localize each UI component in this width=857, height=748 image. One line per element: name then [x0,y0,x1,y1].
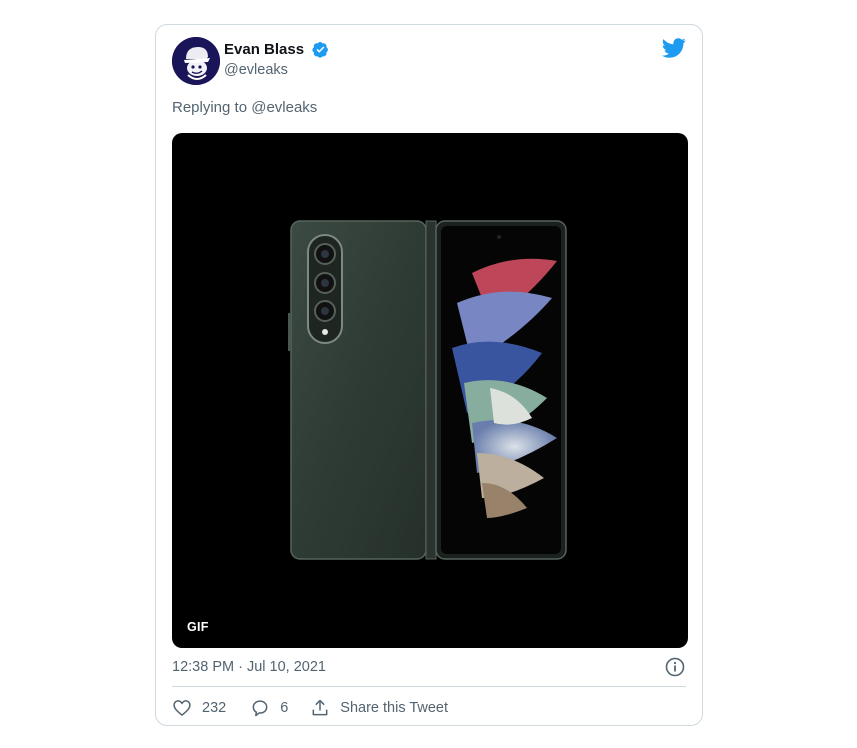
share-button[interactable]: Share this Tweet [310,698,448,718]
foldable-phone-image [288,220,567,560]
reply-bubble-icon [252,700,268,717]
tweet-card[interactable]: Evan Blass @evleaks Replying to @evleaks [155,24,703,726]
reply-count: 6 [280,700,289,716]
avatar[interactable] [172,37,220,85]
twitter-bird-icon[interactable] [662,38,686,58]
gif-badge: GIF [187,620,209,634]
display-name[interactable]: Evan Blass [224,41,304,58]
like-count: 232 [202,700,227,716]
share-label: Share this Tweet [340,700,449,716]
replying-to[interactable]: Replying to @evleaks [172,99,317,116]
tweet-actions: 232 6 Share this Tweet [172,698,448,718]
user-block[interactable]: Evan Blass @evleaks [224,41,329,78]
avatar-illustration [172,37,220,85]
handle[interactable]: @evleaks [224,62,329,78]
reply-button[interactable]: 6 [250,698,288,718]
divider [172,686,686,687]
like-button[interactable]: 232 [172,698,226,718]
info-icon[interactable] [665,657,685,677]
timestamp[interactable]: 12:38 PM · Jul 10, 2021 [172,659,326,675]
heart-icon [173,700,191,716]
verified-badge-icon [311,42,328,58]
media-gif[interactable]: GIF [172,133,688,648]
share-upload-icon [312,699,328,716]
